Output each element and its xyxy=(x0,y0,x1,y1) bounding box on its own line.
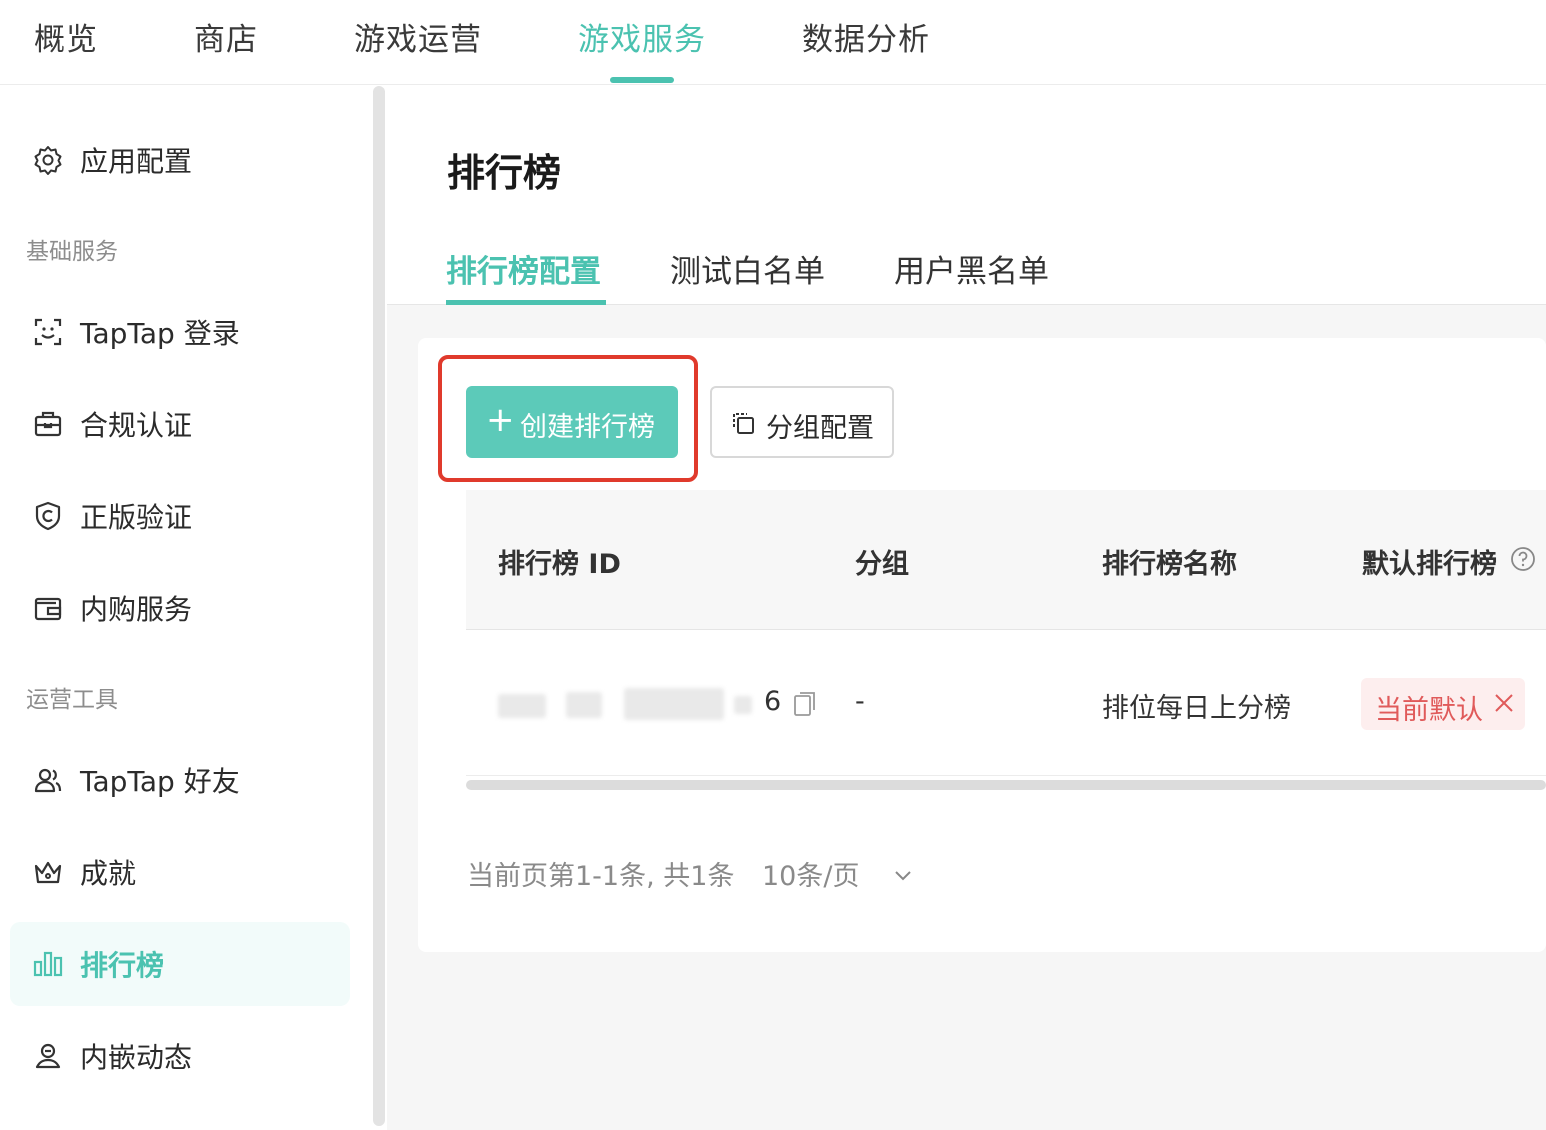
group-config-button[interactable]: 分组配置 xyxy=(710,386,894,458)
moment-icon xyxy=(35,1043,61,1069)
default-tag: 当前默认 xyxy=(1361,678,1525,730)
table-header: 排行榜 ID 分组 排行榜名称 默认排行榜 xyxy=(466,490,1546,630)
top-nav: 概览 商店 游戏运营 游戏服务 数据分析 xyxy=(0,0,1546,85)
sidebar-item-compliance[interactable]: 合规认证 xyxy=(10,382,350,466)
wallet-icon xyxy=(34,597,62,621)
page-title: 排行榜 xyxy=(447,151,562,195)
sidebar-item-leaderboard[interactable]: 排行榜 xyxy=(10,922,350,1006)
sidebar: 应用配置 基础服务 TapTap 登录 合规认证 正版验证 内购服务 运营工具 xyxy=(0,86,372,1130)
sidebar-item-embedded-moments[interactable]: 内嵌动态 xyxy=(10,1014,350,1098)
scan-face-icon xyxy=(34,318,62,346)
chevron-down-icon[interactable] xyxy=(892,864,914,886)
sidebar-item-taptap-login[interactable]: TapTap 登录 xyxy=(10,290,350,374)
sidebar-item-iap[interactable]: 内购服务 xyxy=(10,566,350,650)
sidebar-item-label: TapTap 登录 xyxy=(80,317,240,350)
tab-store[interactable]: 商店 xyxy=(194,14,258,59)
sidebar-item-label: 内嵌动态 xyxy=(80,1041,193,1074)
copy-icon[interactable] xyxy=(792,690,818,718)
table-row: 6 - 排位每日上分榜 当前默认 xyxy=(466,630,1546,776)
tab-data-analysis[interactable]: 数据分析 xyxy=(802,14,930,59)
gear-icon xyxy=(34,146,62,175)
column-header-id: 排行榜 ID xyxy=(498,549,621,580)
sidebar-item-label: 内购服务 xyxy=(80,593,193,626)
friends-icon xyxy=(34,768,62,793)
group-config-label: 分组配置 xyxy=(766,413,874,444)
bar-chart-icon xyxy=(33,951,63,977)
briefcase-icon xyxy=(34,411,62,437)
copy-group-icon xyxy=(733,413,754,434)
column-header-group: 分组 xyxy=(855,549,909,580)
sidebar-item-label: 正版验证 xyxy=(80,501,193,534)
redacted-id xyxy=(498,688,760,722)
page-size-select[interactable]: 10条/页 xyxy=(762,854,859,893)
active-subtab-indicator xyxy=(446,300,606,305)
active-tab-indicator xyxy=(610,77,674,83)
sidebar-item-label: 排行榜 xyxy=(80,949,165,982)
sidebar-group-basic-services: 基础服务 xyxy=(26,239,118,265)
sidebar-item-app-config[interactable]: 应用配置 xyxy=(10,118,350,202)
sidebar-item-license-verify[interactable]: 正版验证 xyxy=(10,474,350,558)
sidebar-item-label: 应用配置 xyxy=(80,145,193,178)
crown-icon xyxy=(34,861,62,884)
tab-game-operations[interactable]: 游戏运营 xyxy=(354,14,482,59)
column-header-default: 默认排行榜 xyxy=(1362,549,1497,580)
help-icon[interactable] xyxy=(1510,546,1536,572)
tab-leaderboard-config[interactable]: 排行榜配置 xyxy=(446,246,601,291)
sidebar-item-taptap-friends[interactable]: TapTap 好友 xyxy=(10,738,350,822)
column-header-name: 排行榜名称 xyxy=(1102,549,1237,580)
leaderboard-id-suffix: 6 xyxy=(764,686,782,717)
tab-test-whitelist[interactable]: 测试白名单 xyxy=(670,246,825,291)
main-content: 排行榜 排行榜配置 测试白名单 用户黑名单 + 创建排行榜 分组配置 排行榜 I… xyxy=(387,86,1546,1130)
create-leaderboard-label: 创建排行榜 xyxy=(520,412,655,443)
leaderboard-name: 排位每日上分榜 xyxy=(1102,693,1291,724)
sidebar-scrollbar[interactable] xyxy=(373,86,385,1126)
tab-user-blacklist[interactable]: 用户黑名单 xyxy=(894,246,1049,291)
plus-icon: + xyxy=(486,400,515,440)
create-leaderboard-button[interactable]: + 创建排行榜 xyxy=(466,386,678,458)
tab-overview[interactable]: 概览 xyxy=(34,14,98,59)
sidebar-item-label: 合规认证 xyxy=(80,409,193,442)
leaderboard-group: - xyxy=(855,686,865,717)
table-horizontal-scrollbar[interactable] xyxy=(466,780,1546,790)
page-header: 排行榜 排行榜配置 测试白名单 用户黑名单 xyxy=(387,86,1546,305)
tab-game-services[interactable]: 游戏服务 xyxy=(578,14,706,59)
sidebar-group-ops-tools: 运营工具 xyxy=(26,687,118,713)
sidebar-item-achievements[interactable]: 成就 xyxy=(10,830,350,914)
shield-c-icon xyxy=(35,501,61,531)
sidebar-item-label: 成就 xyxy=(80,857,137,890)
sidebar-item-label: TapTap 好友 xyxy=(80,765,240,798)
default-tag-label: 当前默认 xyxy=(1375,695,1483,726)
pagination-summary: 当前页第1-1条, 共1条 xyxy=(467,861,735,892)
close-icon[interactable] xyxy=(1493,692,1515,714)
